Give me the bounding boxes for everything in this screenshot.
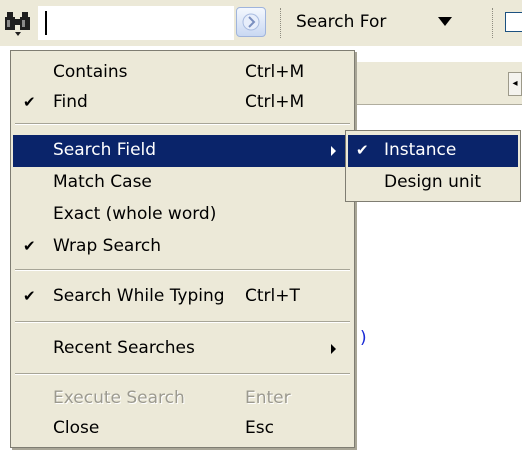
- menu-item-label: Find: [53, 92, 88, 112]
- menu-item-exact-whole-word[interactable]: Exact (whole word): [13, 199, 352, 231]
- menu-item-contains[interactable]: Contains Ctrl+M: [13, 57, 352, 89]
- submenu-item-label: Design unit: [384, 172, 482, 192]
- text-caret: [45, 11, 47, 35]
- menu-separator: [15, 269, 350, 271]
- menu-separator: [15, 321, 350, 323]
- toolbar-separator: [492, 8, 493, 38]
- background-code-paren: ): [360, 328, 367, 348]
- menu-item-label: Wrap Search: [53, 236, 162, 256]
- checkmark-icon: ✔: [356, 141, 369, 159]
- search-input[interactable]: [38, 6, 234, 40]
- menu-item-shortcut: Esc: [245, 418, 274, 438]
- binoculars-icon[interactable]: [2, 8, 36, 38]
- menu-item-find[interactable]: ✔ Find Ctrl+M: [13, 87, 352, 119]
- menu-item-shortcut: Ctrl+T: [245, 286, 300, 306]
- search-options-menu: Contains Ctrl+M ✔ Find Ctrl+M Search Fie…: [10, 50, 355, 448]
- menu-item-label: Exact (whole word): [53, 204, 217, 224]
- menu-item-label: Match Case: [53, 172, 152, 192]
- menu-item-shortcut: Ctrl+M: [245, 92, 305, 112]
- search-toolbar: Search For: [0, 0, 522, 46]
- menu-item-shortcut: Ctrl+M: [245, 62, 305, 82]
- menu-item-label: Contains: [53, 62, 128, 82]
- toolbar-checkbox[interactable]: [505, 12, 522, 32]
- checkmark-icon: ✔: [23, 287, 36, 305]
- background-panel: [356, 62, 522, 105]
- toolbar-separator: [280, 8, 281, 38]
- checkmark-icon: ✔: [23, 237, 36, 255]
- search-field-submenu: ✔ Instance Design unit: [345, 130, 521, 202]
- submenu-item-design-unit[interactable]: Design unit: [348, 167, 518, 199]
- menu-item-label: Execute Search: [53, 388, 185, 408]
- menu-item-label: Search Field: [53, 140, 157, 160]
- menu-item-label: Close: [53, 418, 100, 438]
- arrow-right-icon: [242, 13, 260, 31]
- dropdown-arrow-icon[interactable]: [438, 17, 452, 26]
- menu-item-label: Recent Searches: [53, 338, 195, 358]
- menu-item-recent-searches[interactable]: Recent Searches: [13, 333, 352, 365]
- menu-item-wrap-search[interactable]: ✔ Wrap Search: [13, 231, 352, 263]
- menu-item-label: Search While Typing: [53, 286, 225, 306]
- menu-item-shortcut: Enter: [245, 388, 291, 408]
- submenu-arrow-icon: [331, 146, 336, 156]
- checkmark-icon: ✔: [23, 93, 36, 111]
- menu-item-execute-search: Execute Search Enter: [13, 383, 352, 415]
- submenu-item-label: Instance: [384, 140, 457, 160]
- search-go-button[interactable]: [236, 7, 266, 37]
- submenu-item-instance[interactable]: ✔ Instance: [348, 135, 518, 167]
- menu-separator: [15, 123, 350, 125]
- menu-item-match-case[interactable]: Match Case: [13, 167, 352, 199]
- submenu-arrow-icon: [331, 344, 336, 354]
- menu-item-search-while-typing[interactable]: ✔ Search While Typing Ctrl+T: [13, 281, 352, 313]
- menu-item-close[interactable]: Close Esc: [13, 413, 352, 445]
- menu-item-search-field[interactable]: Search Field: [13, 135, 352, 167]
- menu-separator: [15, 373, 350, 375]
- scroll-left-button[interactable]: ◂: [508, 72, 522, 96]
- search-for-dropdown-label[interactable]: Search For: [296, 12, 386, 32]
